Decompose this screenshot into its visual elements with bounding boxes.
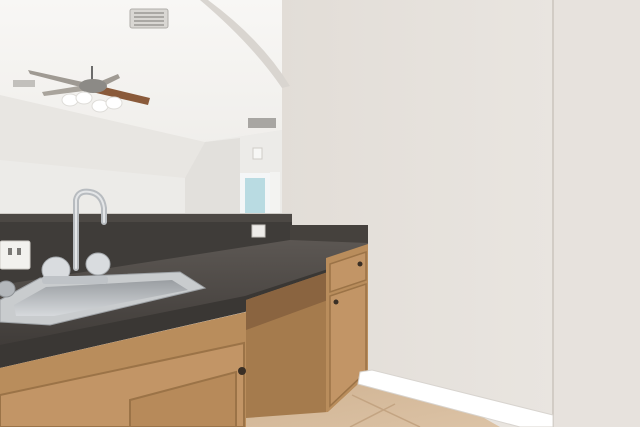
drawer-knob-icon <box>357 261 363 267</box>
door-knob-icon <box>333 299 339 305</box>
side-backsplash <box>290 225 368 243</box>
cabinet-knob-icon <box>238 367 246 375</box>
backsplash-top-ledge <box>0 214 292 222</box>
wall-vent-icon <box>248 118 276 128</box>
bathroom-vanity-photo <box>0 0 640 427</box>
small-outlet-icon <box>251 224 266 238</box>
mirror-doorway-glass <box>245 178 265 214</box>
small-vent-icon <box>13 80 35 87</box>
outlet-icon <box>0 240 31 270</box>
outlet-slot <box>8 248 12 255</box>
side-wall <box>553 0 640 427</box>
wall-switch-icon <box>252 147 263 160</box>
mirror-door-frame <box>270 172 280 216</box>
outlet-slot <box>17 248 21 255</box>
